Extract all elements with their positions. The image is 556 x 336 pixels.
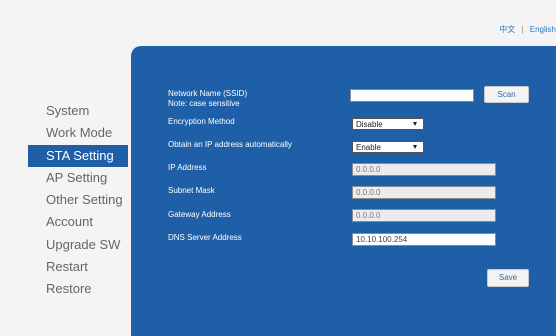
ssid-input[interactable]: [350, 89, 474, 102]
subnet-mask-label: Subnet Mask: [168, 186, 215, 195]
gateway-field[interactable]: 0.0.0.0: [352, 209, 496, 222]
ssid-note: Note: case sensitive: [168, 99, 240, 108]
sidebar-item-restore[interactable]: Restore: [28, 278, 128, 300]
encryption-select[interactable]: Disable: [352, 118, 424, 130]
dns-server-label: DNS Server Address: [168, 233, 242, 242]
language-switcher: 中文 | English: [499, 24, 556, 35]
lang-chinese-link[interactable]: 中文: [499, 25, 515, 34]
sidebar-item-account[interactable]: Account: [28, 211, 128, 233]
ssid-label: Network Name (SSID): [168, 89, 248, 98]
subnet-mask-field[interactable]: 0.0.0.0: [352, 186, 496, 199]
scan-button[interactable]: Scan: [484, 86, 529, 103]
save-button[interactable]: Save: [487, 269, 529, 287]
lang-english-link[interactable]: English: [530, 25, 556, 34]
sidebar-item-restart[interactable]: Restart: [28, 256, 128, 278]
sidebar-item-upgrade-sw[interactable]: Upgrade SW: [28, 234, 128, 256]
dhcp-select-value: Enable: [356, 143, 381, 152]
dropdown-arrow-icon: [413, 122, 417, 126]
lang-separator: |: [521, 25, 524, 34]
dhcp-select[interactable]: Enable: [352, 141, 424, 153]
dns-server-field[interactable]: 10.10.100.254: [352, 233, 496, 246]
dhcp-label: Obtain an IP address automatically: [168, 140, 292, 149]
encryption-label: Encryption Method: [168, 117, 235, 126]
sidebar-item-other-setting[interactable]: Other Setting: [28, 189, 128, 211]
ip-address-field[interactable]: 0.0.0.0: [352, 163, 496, 176]
dropdown-arrow-icon: [413, 145, 417, 149]
sidebar-item-ap-setting[interactable]: AP Setting: [28, 167, 128, 189]
ip-address-label: IP Address: [168, 163, 207, 172]
sidebar-item-work-mode[interactable]: Work Mode: [28, 122, 128, 144]
sidebar-item-sta-setting[interactable]: STA Setting: [28, 144, 128, 167]
encryption-select-value: Disable: [356, 120, 383, 129]
sidebar-item-system[interactable]: System: [28, 100, 128, 122]
gateway-label: Gateway Address: [168, 210, 231, 219]
sidebar-nav: System Work Mode STA Setting AP Setting …: [28, 100, 128, 301]
